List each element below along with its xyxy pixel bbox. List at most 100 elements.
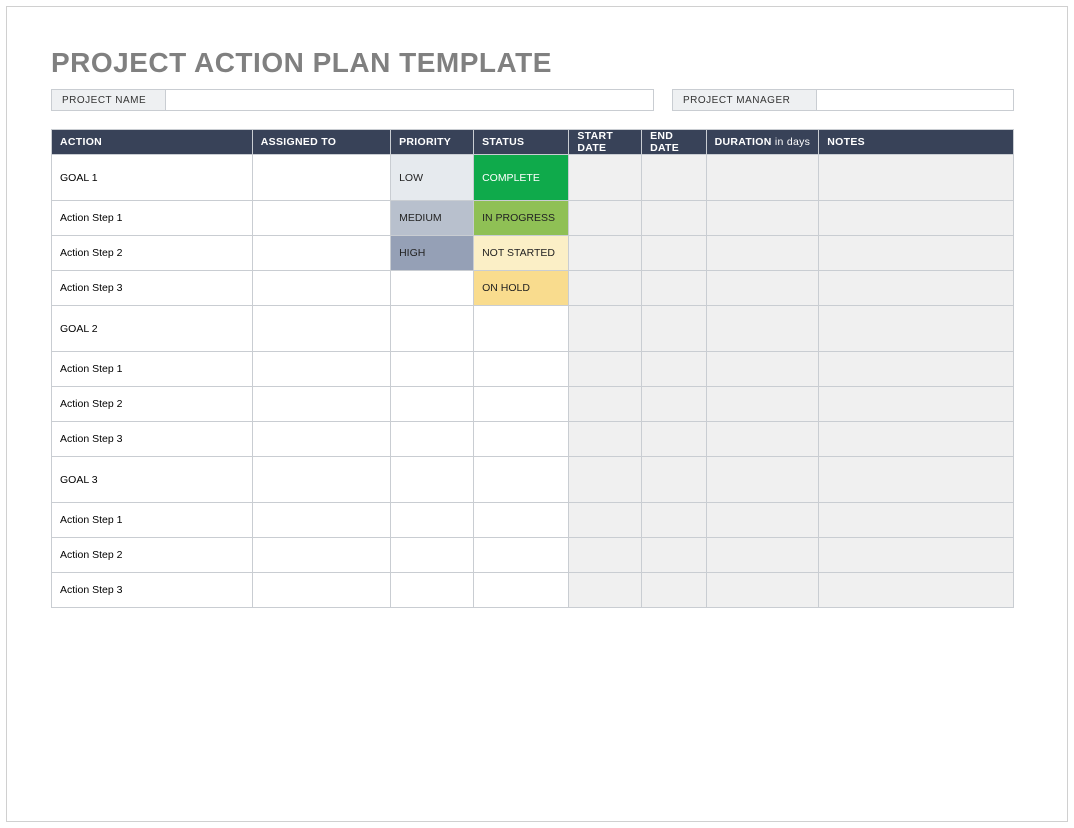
cell-assigned[interactable]: [252, 538, 390, 573]
cell-assigned[interactable]: [252, 503, 390, 538]
cell-assigned[interactable]: [252, 271, 390, 306]
cell-notes[interactable]: [819, 155, 1014, 201]
cell-assigned[interactable]: [252, 201, 390, 236]
cell-priority[interactable]: [391, 352, 474, 387]
cell-assigned[interactable]: [252, 573, 390, 608]
cell-start[interactable]: [569, 538, 642, 573]
cell-assigned[interactable]: [252, 155, 390, 201]
cell-end[interactable]: [642, 422, 707, 457]
cell-status[interactable]: [474, 306, 569, 352]
cell-end[interactable]: [642, 201, 707, 236]
cell-duration[interactable]: [706, 573, 819, 608]
cell-status[interactable]: [474, 538, 569, 573]
cell-duration[interactable]: [706, 422, 819, 457]
cell-end[interactable]: [642, 155, 707, 201]
cell-assigned[interactable]: [252, 352, 390, 387]
cell-notes[interactable]: [819, 236, 1014, 271]
cell-end[interactable]: [642, 538, 707, 573]
cell-action[interactable]: Action Step 2: [52, 538, 253, 573]
cell-action[interactable]: Action Step 3: [52, 271, 253, 306]
cell-end[interactable]: [642, 306, 707, 352]
cell-notes[interactable]: [819, 387, 1014, 422]
cell-priority[interactable]: LOW: [391, 155, 474, 201]
cell-end[interactable]: [642, 503, 707, 538]
cell-end[interactable]: [642, 236, 707, 271]
cell-notes[interactable]: [819, 422, 1014, 457]
cell-start[interactable]: [569, 306, 642, 352]
cell-duration[interactable]: [706, 155, 819, 201]
cell-end[interactable]: [642, 271, 707, 306]
cell-duration[interactable]: [706, 538, 819, 573]
cell-assigned[interactable]: [252, 457, 390, 503]
cell-priority[interactable]: [391, 387, 474, 422]
cell-duration[interactable]: [706, 503, 819, 538]
cell-start[interactable]: [569, 387, 642, 422]
cell-start[interactable]: [569, 422, 642, 457]
cell-action[interactable]: Action Step 1: [52, 503, 253, 538]
cell-action[interactable]: GOAL 2: [52, 306, 253, 352]
cell-priority[interactable]: [391, 538, 474, 573]
table-row: Action Step 1 MEDIUMIN PROGRESS: [52, 201, 1014, 236]
cell-start[interactable]: [569, 201, 642, 236]
cell-action[interactable]: Action Step 2: [52, 387, 253, 422]
cell-assigned[interactable]: [252, 306, 390, 352]
cell-notes[interactable]: [819, 306, 1014, 352]
project-name-value[interactable]: [166, 89, 654, 111]
cell-notes[interactable]: [819, 538, 1014, 573]
cell-start[interactable]: [569, 155, 642, 201]
cell-action[interactable]: Action Step 1: [52, 352, 253, 387]
cell-status[interactable]: ON HOLD: [474, 271, 569, 306]
cell-notes[interactable]: [819, 503, 1014, 538]
cell-duration[interactable]: [706, 457, 819, 503]
cell-status[interactable]: [474, 573, 569, 608]
info-gap: [654, 89, 672, 111]
cell-action[interactable]: Action Step 2: [52, 236, 253, 271]
cell-status[interactable]: [474, 503, 569, 538]
cell-end[interactable]: [642, 352, 707, 387]
cell-priority[interactable]: HIGH: [391, 236, 474, 271]
cell-status[interactable]: [474, 352, 569, 387]
cell-status[interactable]: [474, 457, 569, 503]
cell-status[interactable]: [474, 422, 569, 457]
cell-notes[interactable]: [819, 457, 1014, 503]
cell-notes[interactable]: [819, 201, 1014, 236]
cell-status[interactable]: NOT STARTED: [474, 236, 569, 271]
cell-notes[interactable]: [819, 271, 1014, 306]
cell-status[interactable]: COMPLETE: [474, 155, 569, 201]
cell-start[interactable]: [569, 271, 642, 306]
cell-end[interactable]: [642, 387, 707, 422]
cell-duration[interactable]: [706, 271, 819, 306]
cell-priority[interactable]: MEDIUM: [391, 201, 474, 236]
cell-priority[interactable]: [391, 422, 474, 457]
project-manager-value[interactable]: [817, 89, 1014, 111]
cell-start[interactable]: [569, 457, 642, 503]
cell-action[interactable]: GOAL 3: [52, 457, 253, 503]
cell-action[interactable]: GOAL 1: [52, 155, 253, 201]
cell-priority[interactable]: [391, 573, 474, 608]
cell-start[interactable]: [569, 503, 642, 538]
cell-start[interactable]: [569, 573, 642, 608]
cell-action[interactable]: Action Step 3: [52, 422, 253, 457]
cell-notes[interactable]: [819, 573, 1014, 608]
cell-end[interactable]: [642, 457, 707, 503]
cell-assigned[interactable]: [252, 236, 390, 271]
cell-end[interactable]: [642, 573, 707, 608]
cell-start[interactable]: [569, 236, 642, 271]
cell-priority[interactable]: [391, 271, 474, 306]
cell-status[interactable]: [474, 387, 569, 422]
cell-duration[interactable]: [706, 352, 819, 387]
cell-notes[interactable]: [819, 352, 1014, 387]
cell-priority[interactable]: [391, 306, 474, 352]
cell-duration[interactable]: [706, 387, 819, 422]
cell-duration[interactable]: [706, 306, 819, 352]
cell-action[interactable]: Action Step 1: [52, 201, 253, 236]
cell-start[interactable]: [569, 352, 642, 387]
cell-priority[interactable]: [391, 457, 474, 503]
cell-assigned[interactable]: [252, 387, 390, 422]
cell-duration[interactable]: [706, 201, 819, 236]
cell-assigned[interactable]: [252, 422, 390, 457]
cell-status[interactable]: IN PROGRESS: [474, 201, 569, 236]
cell-priority[interactable]: [391, 503, 474, 538]
cell-duration[interactable]: [706, 236, 819, 271]
cell-action[interactable]: Action Step 3: [52, 573, 253, 608]
